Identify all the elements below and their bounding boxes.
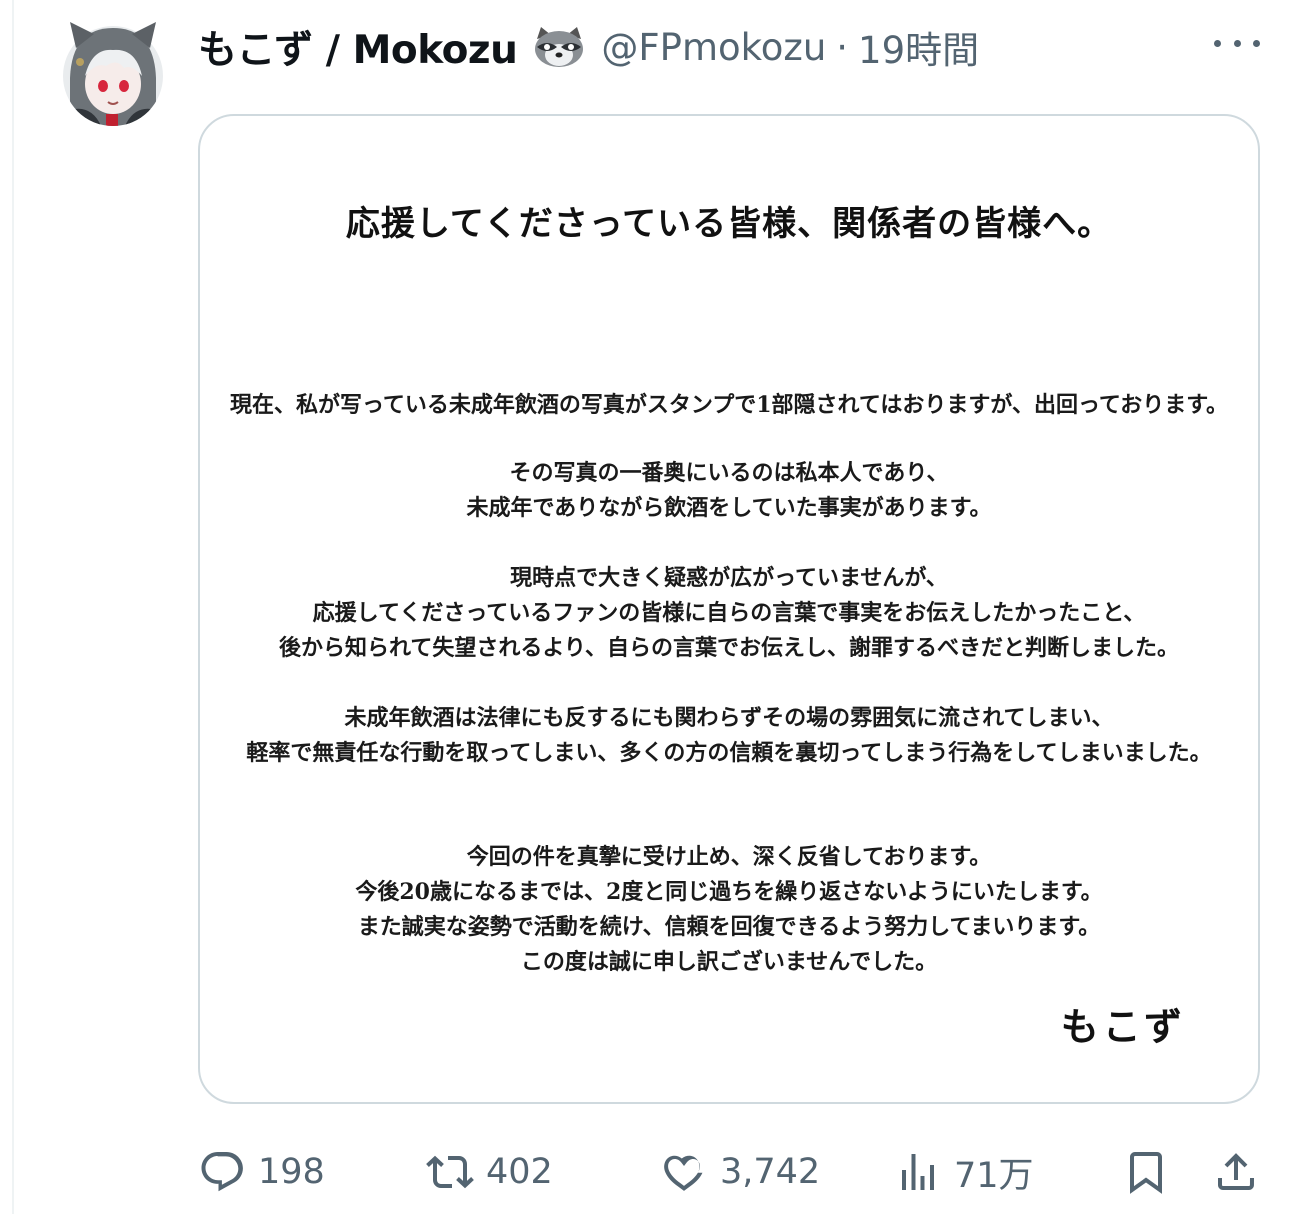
tweet-actions: 198 402 3,742 71万 xyxy=(198,1142,1268,1202)
bookmark-button[interactable] xyxy=(1122,1142,1170,1202)
views-button[interactable]: 71万 xyxy=(894,1142,1034,1202)
views-count: 71万 xyxy=(954,1155,1034,1196)
avatar[interactable] xyxy=(62,18,164,128)
like-count: 3,742 xyxy=(720,1152,821,1192)
more-options-button[interactable] xyxy=(1214,30,1260,56)
like-icon xyxy=(664,1155,703,1191)
statement-line: 未成年でありながら飲酒をしていた事実があります。 xyxy=(466,495,992,521)
more-horizontal-icon xyxy=(1214,39,1221,47)
more-dot xyxy=(1253,39,1260,47)
statement-line: 今回の件を真摯に受け止め、深く反省しております。 xyxy=(466,844,992,870)
statement-paragraph-2: その写真の一番奥にいるのは私本人であり、 未成年でありながら飲酒をしていた事実が… xyxy=(200,456,1258,526)
retweet-button[interactable]: 402 xyxy=(426,1142,553,1202)
header-separator: · xyxy=(836,25,849,69)
reply-icon xyxy=(201,1152,243,1192)
retweet-icon xyxy=(426,1155,474,1189)
tweet-header: もこず / Mokozu @FPmokozu · 19時間 xyxy=(198,19,979,75)
views-icon xyxy=(902,1154,934,1190)
tweet-image[interactable]: 応援してくださっている皆様、関係者の皆様へ。 現在、私が写っている未成年飲酒の写… xyxy=(198,114,1260,1104)
like-button[interactable]: 3,742 xyxy=(660,1142,820,1202)
avatar-image xyxy=(63,22,163,126)
statement-line: 後から知られて失望されるより、自らの言葉でお伝えし、謝罪するべきだと判断しました… xyxy=(278,635,1180,661)
statement-line: 未成年飲酒は法律にも反するにも関わらずその場の雰囲気に流されてしまい、 xyxy=(344,705,1114,731)
timestamp[interactable]: 19時間 xyxy=(858,20,979,74)
reply-button[interactable]: 198 xyxy=(198,1142,325,1202)
bookmark-icon xyxy=(1130,1152,1162,1194)
statement-paragraph-3: 現時点で大きく疑惑が広がっていませんが、 応援してくださっているファンの皆様に自… xyxy=(200,561,1258,666)
reply-count: 198 xyxy=(258,1152,325,1192)
statement-paragraph-4: 未成年飲酒は法律にも反するにも関わらずその場の雰囲気に流されてしまい、 軽率で無… xyxy=(200,701,1258,771)
raccoon-icon xyxy=(531,25,587,69)
statement-line: 応援してくださっているファンの皆様に自らの言葉で事実をお伝えしたかったこと、 xyxy=(312,600,1146,626)
share-icon xyxy=(1218,1153,1254,1190)
user-handle[interactable]: @FPmokozu xyxy=(601,26,826,69)
statement-signature: もこず xyxy=(1060,1004,1186,1049)
display-name[interactable]: もこず / Mokozu xyxy=(198,19,518,75)
retweet-count: 402 xyxy=(486,1152,553,1192)
statement-title: 応援してくださっている皆様、関係者の皆様へ。 xyxy=(345,204,1113,244)
share-button[interactable] xyxy=(1212,1142,1260,1202)
statement-line: 現時点で大きく疑惑が広がっていませんが、 xyxy=(510,565,948,591)
statement-line: この度は誠に申し訳ございませんでした。 xyxy=(520,949,938,975)
more-dot xyxy=(1233,39,1241,47)
statement-line: その写真の一番奥にいるのは私本人であり、 xyxy=(509,460,949,486)
statement-paragraph-5: 今回の件を真摯に受け止め、深く反省しております。 今後20歳になるまでは、2度と… xyxy=(200,840,1258,980)
statement-line: 今後20歳になるまでは、2度と同じ過ちを繰り返さないようにいたします。 xyxy=(355,879,1103,905)
timeline-divider xyxy=(12,0,14,1214)
statement-paragraph-1: 現在、私が写っている未成年飲酒の写真がスタンプで1部隠されてはおりますが、出回っ… xyxy=(200,388,1258,423)
statement-line: また誠実な姿勢で活動を続け、信頼を回復できるよう努力してまいります。 xyxy=(357,914,1101,940)
statement-line: 現在、私が写っている未成年飲酒の写真がスタンプで1部隠されてはおりますが、出回っ… xyxy=(229,392,1229,418)
statement-line: 軽率で無責任な行動を取ってしまい、多くの方の信頼を裏切ってしまう行為をしてしまい… xyxy=(246,740,1212,766)
